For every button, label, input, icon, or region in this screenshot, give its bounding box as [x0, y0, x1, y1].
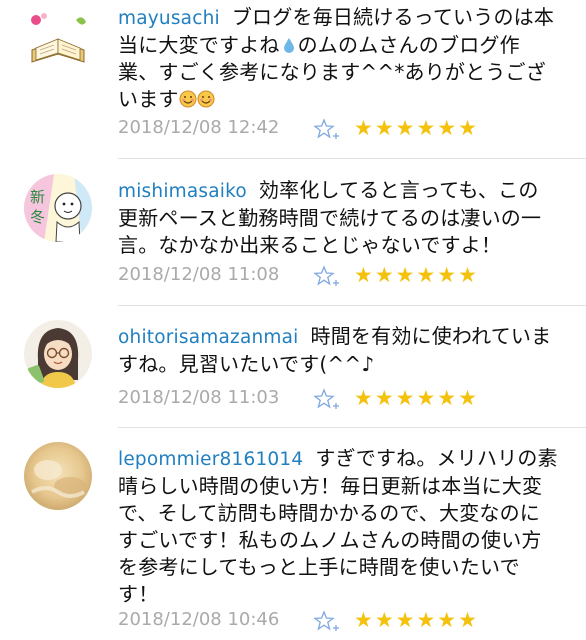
- comment-body: lepommier8161014 すぎですね。メリハリの素晴らしい時間の使い方！毎…: [118, 445, 558, 608]
- add-star-icon[interactable]: [314, 610, 342, 632]
- woman-glasses-icon: [24, 320, 92, 388]
- star-rating: ★★★★★★: [354, 263, 479, 287]
- comment-timestamp: 2018/12/08 10:46: [118, 609, 280, 630]
- comment-meta: 2018/12/08 10:46 ★★★★★★: [118, 606, 568, 634]
- star-rating: ★★★★★★: [354, 386, 479, 410]
- comment-meta: 2018/12/08 11:08 ★★★★★★: [118, 261, 568, 289]
- avatar[interactable]: [24, 6, 92, 74]
- comment-username[interactable]: mayusachi: [118, 8, 220, 29]
- add-star-icon[interactable]: [314, 388, 342, 410]
- blurred-photo-icon: [24, 442, 92, 510]
- comment-username[interactable]: lepommier8161014: [118, 449, 303, 470]
- comment-body: mayusachi ブログを毎日続けるっていうのは本当に大変ですよね のムのムさんの…: [118, 4, 558, 113]
- character-drawing-icon: 新 冬: [24, 174, 92, 242]
- star-rating: ★★★★★★: [354, 116, 479, 140]
- comment-meta: 2018/12/08 12:42 ★★★★★★: [118, 114, 568, 142]
- avatar[interactable]: [24, 442, 92, 510]
- comment-body: ohitorisamazanmai 時間を有効に使われていますね。見習いたいです(…: [118, 323, 558, 378]
- add-star-icon[interactable]: [314, 265, 342, 287]
- comment-meta: 2018/12/08 11:03 ★★★★★★: [118, 384, 568, 412]
- avatar[interactable]: [24, 320, 92, 388]
- book-flower-icon: [24, 6, 92, 74]
- comment-body: mishimasaiko 効率化してると言っても、この更新ペースと勤務時間で続けて…: [118, 177, 558, 259]
- star-rating: ★★★★★★: [354, 608, 479, 632]
- divider: [118, 158, 586, 159]
- comment-username[interactable]: ohitorisamazanmai: [118, 327, 299, 348]
- comment-timestamp: 2018/12/08 11:08: [118, 264, 280, 285]
- comment-username[interactable]: mishimasaiko: [118, 181, 247, 202]
- avatar-label-top: 新: [30, 188, 45, 206]
- divider: [118, 427, 586, 428]
- comment-timestamp: 2018/12/08 11:03: [118, 387, 280, 408]
- smile-emoji-icon: [179, 90, 197, 108]
- comment-text: すぎですね。メリハリの素晴らしい時間の使い方！毎日更新は本当に大変で、そして訪問…: [118, 446, 558, 606]
- sweat-drop-icon: [283, 38, 294, 53]
- smile-emoji-icon: [197, 90, 215, 108]
- add-star-icon[interactable]: [314, 118, 342, 140]
- avatar-label-bottom: 冬: [30, 208, 45, 226]
- divider: [118, 305, 586, 306]
- avatar[interactable]: 新 冬: [24, 174, 92, 242]
- comment-timestamp: 2018/12/08 12:42: [118, 117, 280, 138]
